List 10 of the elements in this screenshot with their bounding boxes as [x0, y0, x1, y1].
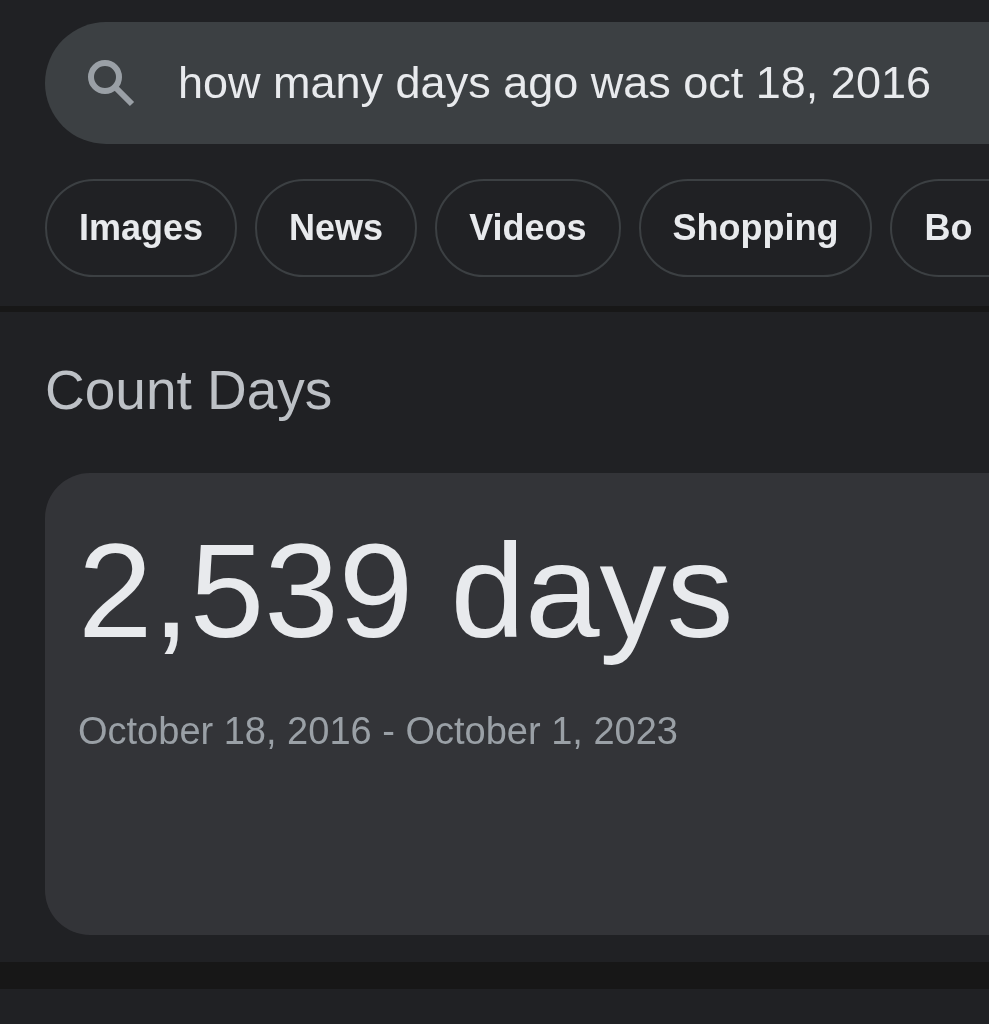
filter-chip[interactable]: Videos — [435, 179, 621, 277]
day-count: 2,539 days — [78, 515, 735, 668]
section-title: Count Days — [45, 359, 334, 423]
search-field[interactable]: how many days ago was oct 18, 2016 — [45, 22, 989, 144]
search-icon — [87, 59, 135, 107]
filter-chip[interactable]: Bo — [890, 179, 989, 277]
filter-chip[interactable]: Images — [45, 179, 238, 277]
filter-chip[interactable]: Shopping — [638, 179, 873, 277]
date-range: October 18, 2016 - October 1, 2023 — [78, 710, 679, 755]
filter-chip[interactable]: News — [255, 179, 418, 277]
